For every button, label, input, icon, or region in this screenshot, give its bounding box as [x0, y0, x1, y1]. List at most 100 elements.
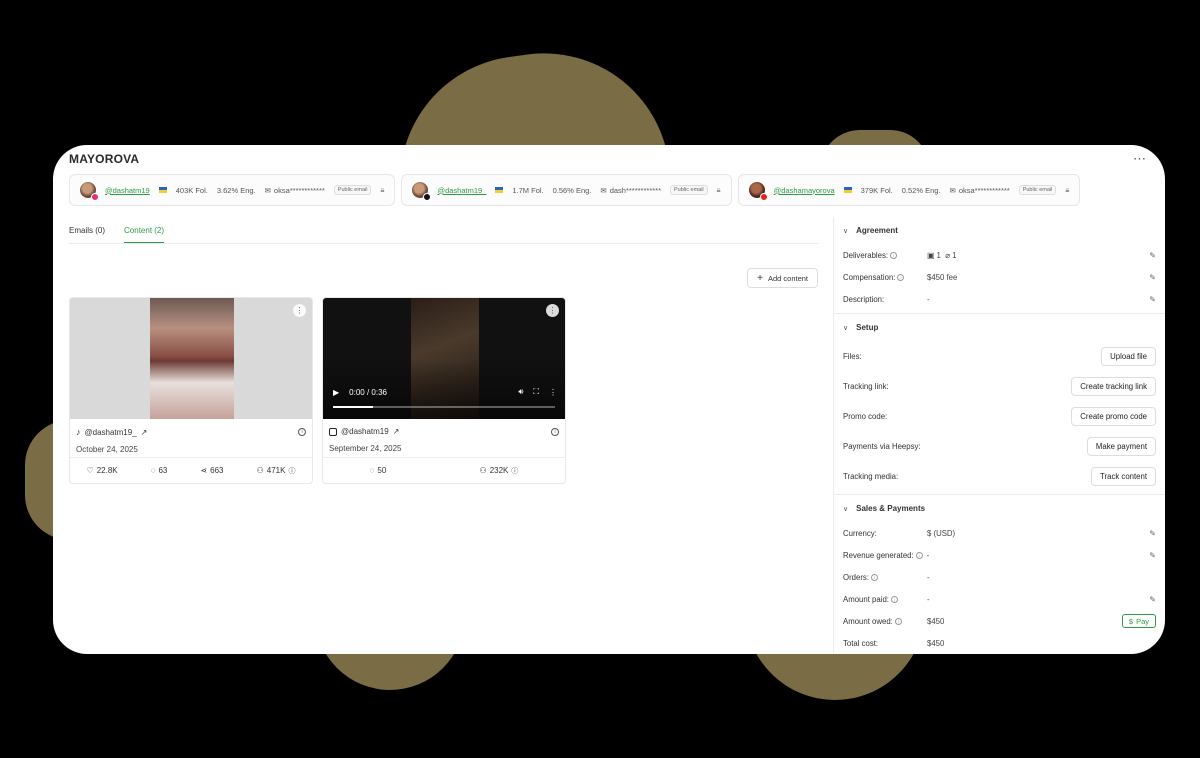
play-icon[interactable]: ▶ [333, 388, 339, 397]
fullscreen-icon[interactable]: ⛶ [533, 387, 539, 397]
post-date: October 24, 2025 [76, 445, 138, 454]
masked-email: dash************ [609, 185, 661, 195]
setup-header[interactable]: ∨ Setup [843, 314, 1156, 341]
edit-icon[interactable]: ✎ [1149, 529, 1156, 538]
promo-code-label: Promo code: [843, 411, 888, 421]
info-icon[interactable]: ⓘ [511, 466, 518, 476]
followers-count: 403K Fol. [175, 185, 208, 195]
info-icon[interactable]: i [894, 617, 902, 625]
mail-icon: ✉ [264, 185, 271, 195]
amount-owed-value: $450 [927, 616, 945, 626]
video-time: 0:00 / 0:36 [349, 387, 387, 397]
video-player[interactable]: ⋮ ▶ 0:00 / 0:36 🔊︎ ⛶ ⋮ [323, 298, 565, 419]
video-progress-bar[interactable] [333, 406, 555, 408]
amount-paid-value: - [927, 594, 930, 604]
avatar [412, 182, 432, 201]
revenue-value: - [926, 550, 930, 560]
description-value: - [927, 294, 930, 304]
comments-count: 50 [377, 466, 387, 475]
profile-card[interactable]: @dashatm19 403K Fol. 3.62% Eng. ✉ oksa**… [69, 174, 396, 206]
content-card[interactable]: ⋮ ♪ @dashatm19_ ↗ October 24, 2025 i ♡ 22… [69, 297, 313, 484]
engagement-rate: 0.52% Eng. [901, 185, 941, 195]
plus-icon: + [757, 272, 763, 284]
instagram-icon [329, 427, 337, 436]
add-content-label: Add content [767, 273, 808, 283]
track-content-button[interactable]: Track content [1091, 466, 1156, 486]
payments-label: Payments via Heepsy: [843, 441, 921, 451]
tracking-media-label: Tracking media: [843, 471, 899, 481]
edit-icon[interactable]: ✎ [1149, 595, 1156, 604]
content-card[interactable]: ⋮ ▶ 0:00 / 0:36 🔊︎ ⛶ ⋮ @dashatm19 ↗ Sept [322, 297, 566, 484]
masked-email: oksa************ [958, 185, 1010, 195]
more-vertical-icon[interactable]: ⋮ [546, 304, 559, 317]
youtube-icon [759, 193, 768, 201]
tracking-link-label: Tracking link: [843, 381, 889, 391]
ukraine-flag-icon [495, 187, 504, 193]
volume-icon[interactable]: 🔊︎ [518, 387, 523, 397]
create-promo-code-button[interactable]: Create promo code [1071, 406, 1156, 426]
tab-emails[interactable]: Emails (0) [69, 217, 105, 243]
public-email-badge: Public email [1018, 185, 1057, 195]
compensation-value: $450 fee [927, 272, 958, 282]
total-cost-value: $450 [927, 638, 945, 648]
make-payment-button[interactable]: Make payment [1086, 436, 1156, 456]
details-panel: ∨ Agreement Deliverables: i ▣ 1 ⌀ 1 ✎ Com… [833, 217, 1165, 654]
pay-button[interactable]: $ Pay [1121, 614, 1156, 628]
external-link-icon[interactable]: ↗ [393, 427, 400, 436]
post-handle: @dashatm19_ [84, 427, 137, 437]
profile-card[interactable]: @dashatm19_ 1.7M Fol. 0.56% Eng. ✉ dash*… [401, 174, 732, 206]
profile-card[interactable]: @dashamayorova 379K Fol. 0.52% Eng. ✉ ok… [737, 174, 1081, 206]
amount-paid-label: Amount paid: [843, 594, 889, 604]
shares-count: 663 [210, 466, 224, 475]
create-tracking-link-button[interactable]: Create tracking link [1071, 376, 1156, 396]
tab-content[interactable]: Content (2) [124, 217, 165, 243]
profile-handle-link[interactable]: @dashamayorova [774, 186, 835, 195]
info-icon[interactable]: i [551, 428, 559, 436]
amount-owed-label: Amount owed: [843, 616, 893, 626]
upload-file-button[interactable]: Upload file [1101, 346, 1156, 366]
info-icon[interactable]: i [890, 595, 898, 603]
files-label: Files: [843, 351, 862, 361]
ukraine-flag-icon [158, 187, 167, 193]
section-title: Setup [856, 323, 879, 332]
more-horizontal-icon[interactable]: ⋯ [1133, 151, 1147, 167]
external-link-icon[interactable]: ↗ [141, 428, 148, 437]
post-handle: @dashatm19 [341, 427, 389, 436]
more-vertical-icon[interactable]: ⋮ [549, 388, 557, 397]
followers-count: 379K Fol. [860, 185, 893, 195]
add-content-button[interactable]: + Add content [747, 268, 818, 288]
comment-icon: ◌ [369, 466, 375, 475]
orders-value: - [927, 572, 930, 582]
info-icon[interactable]: ⓘ [288, 466, 295, 476]
edit-icon[interactable]: ✎ [1149, 295, 1156, 304]
info-icon[interactable]: i [871, 573, 878, 581]
reach-count: 471K [266, 466, 286, 475]
content-panel: Emails (0) Content (2) + Add content ⋮ ♪… [69, 217, 818, 484]
comment-icon: ◌ [150, 466, 156, 475]
info-icon[interactable]: i [897, 273, 905, 281]
sales-header[interactable]: ∨ Sales & Payments [843, 495, 1156, 522]
currency-value: $ (USD) [927, 528, 956, 538]
setup-section: ∨ Setup Files: Upload file Tracking link… [834, 314, 1165, 495]
info-icon[interactable]: i [890, 251, 898, 259]
dollar-circle-icon: $ [1128, 616, 1134, 626]
post-thumbnail[interactable]: ⋮ [70, 298, 312, 419]
avatar [748, 182, 768, 201]
mail-icon: ✉ [949, 185, 956, 195]
lock-icon: 🔒︎ [716, 185, 721, 194]
description-label: Description: [843, 294, 885, 304]
info-icon[interactable]: i [915, 551, 923, 559]
profile-handle-link[interactable]: @dashatm19_ [437, 186, 486, 195]
heart-icon: ♡ [86, 466, 94, 475]
engagement-rate: 3.62% Eng. [216, 185, 256, 195]
edit-icon[interactable]: ✎ [1149, 551, 1156, 560]
post-stats: ♡ 22.8K ◌ 63 ⋖ 663 ⚇ 471K ⓘ [70, 457, 312, 483]
edit-icon[interactable]: ✎ [1149, 251, 1156, 260]
info-icon[interactable]: i [298, 428, 306, 436]
chevron-down-icon: ∨ [843, 324, 849, 332]
agreement-header[interactable]: ∨ Agreement [843, 217, 1156, 244]
more-vertical-icon[interactable]: ⋮ [293, 304, 306, 317]
reach-count: 232K [489, 466, 509, 475]
edit-icon[interactable]: ✎ [1149, 273, 1156, 282]
profile-handle-link[interactable]: @dashatm19 [105, 186, 150, 195]
